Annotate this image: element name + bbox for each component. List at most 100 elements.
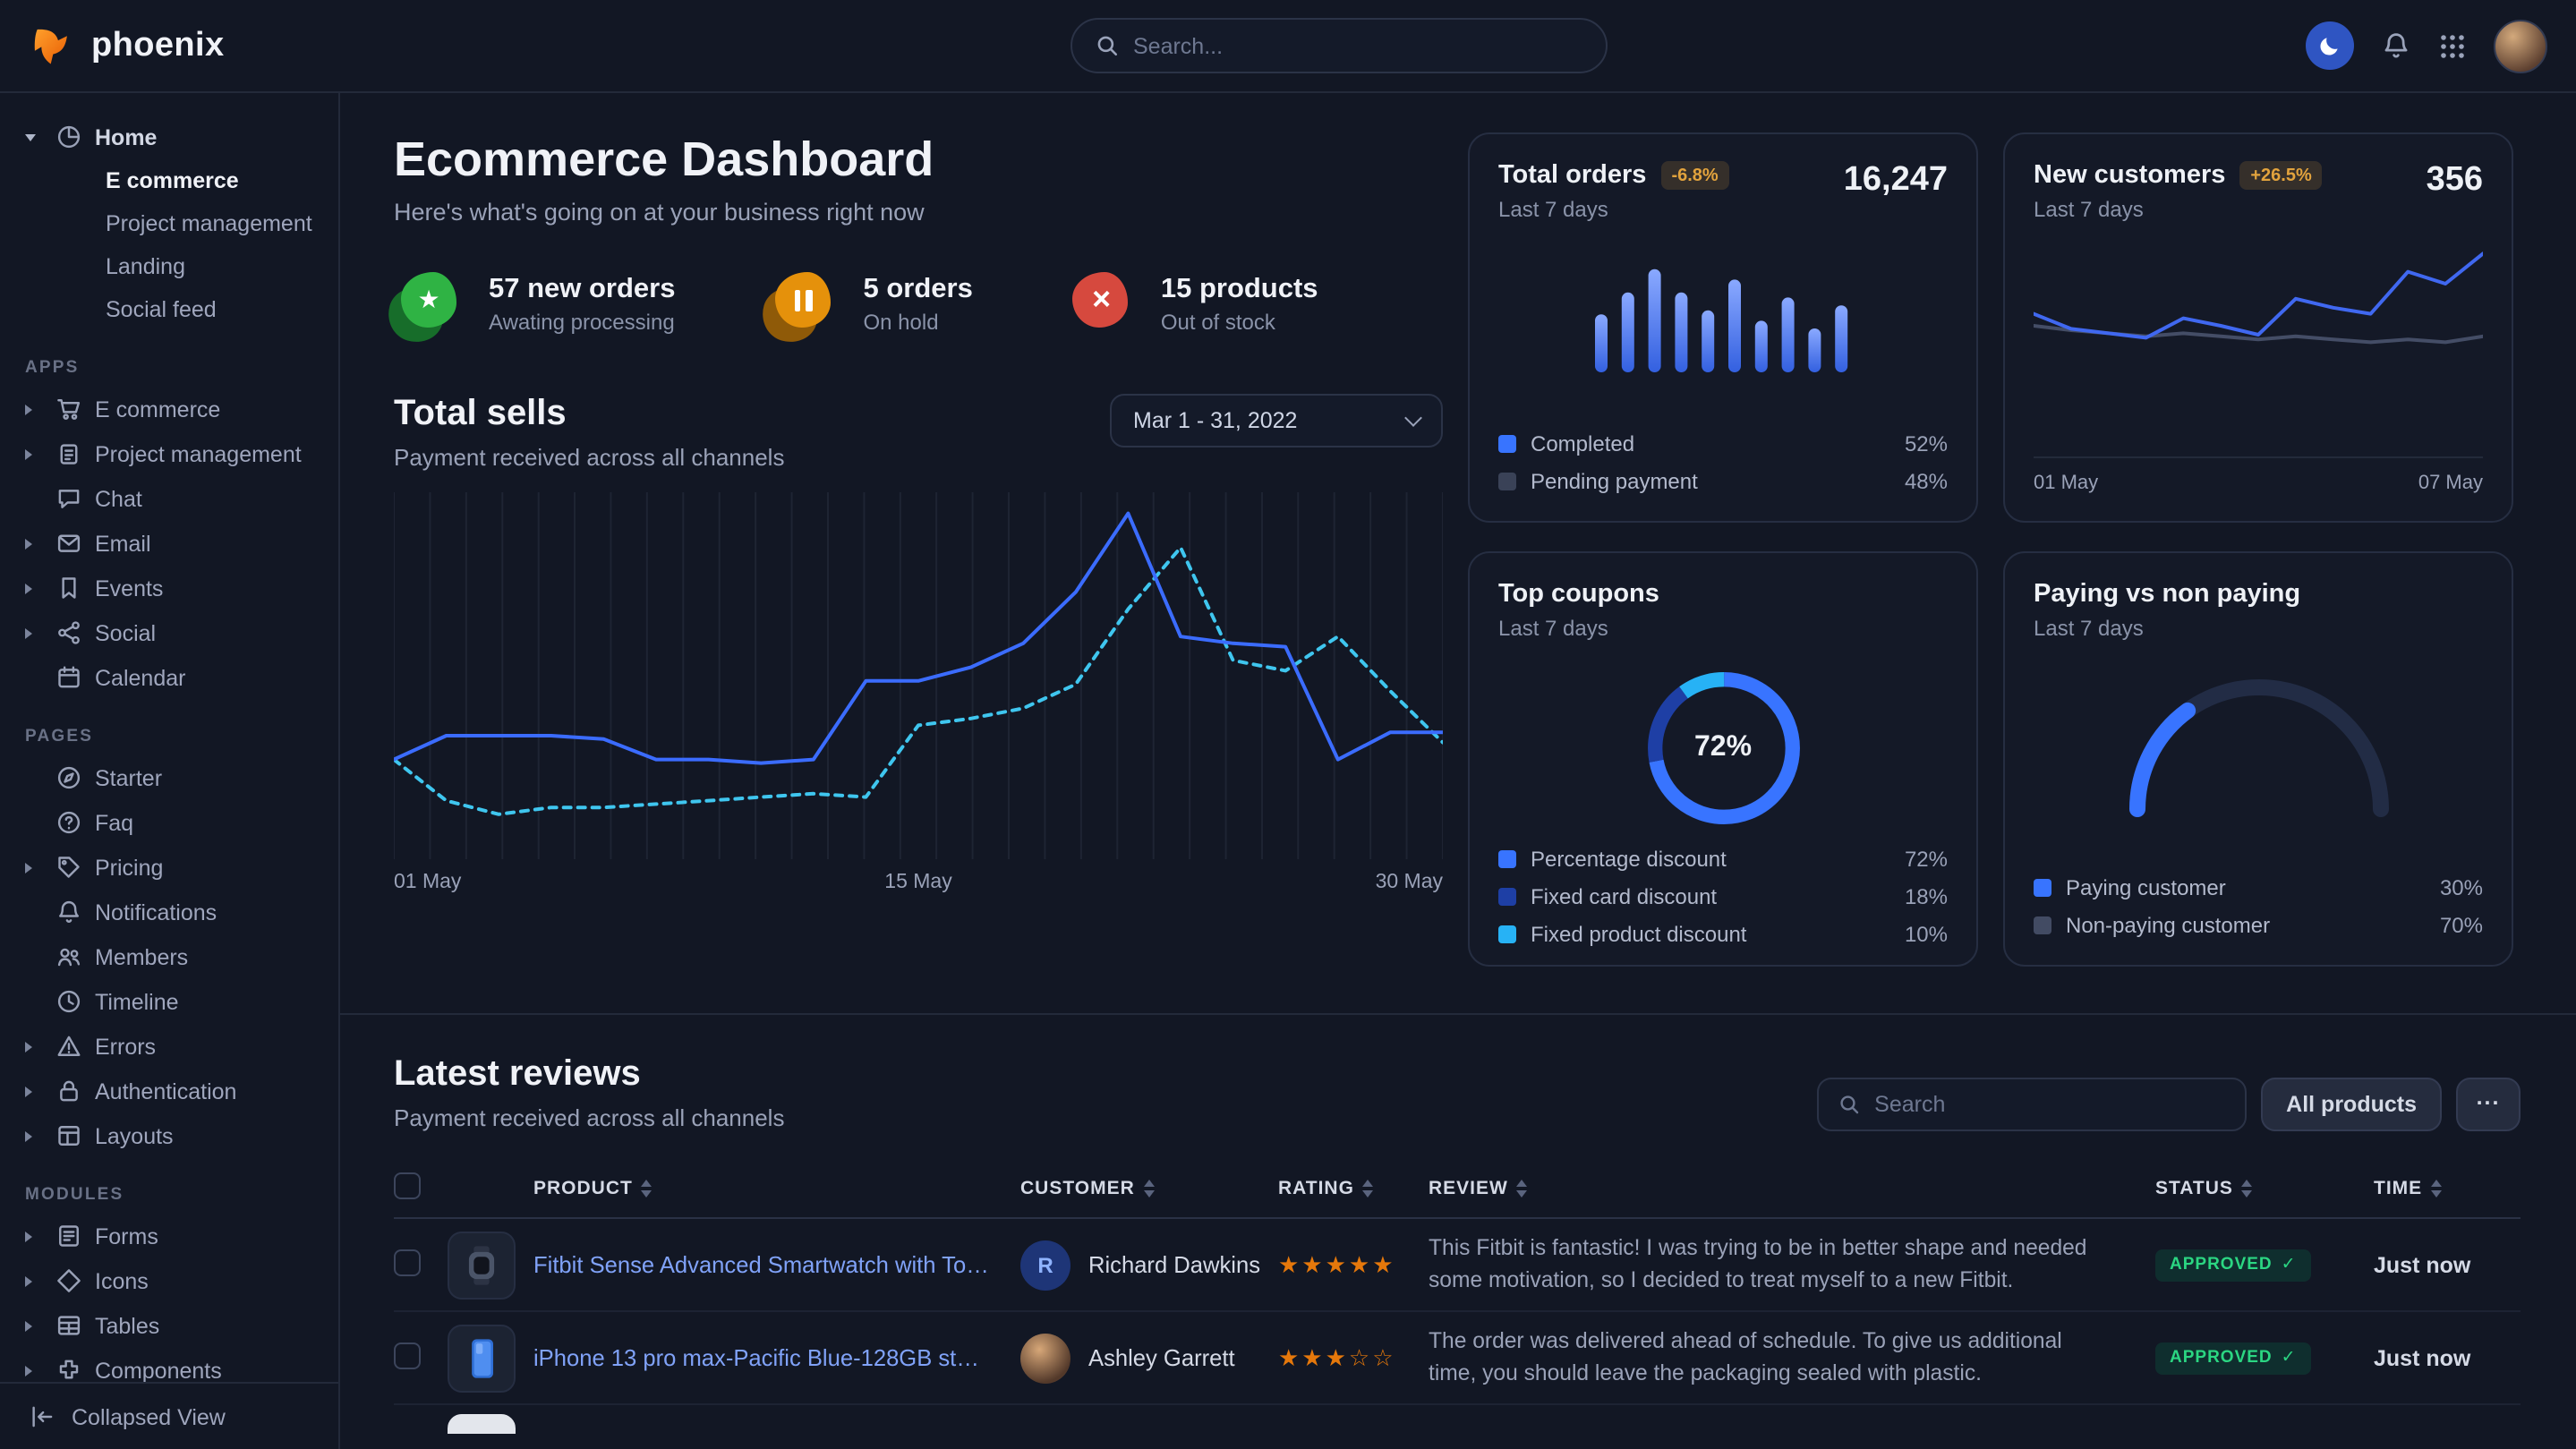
stat-value: 57 new orders: [489, 274, 676, 306]
stat-description: On hold: [864, 310, 973, 335]
sidebar-item-e-commerce[interactable]: E commerce: [0, 387, 338, 431]
sidebar-item-chat[interactable]: Chat: [0, 476, 338, 521]
card-period: Last 7 days: [1498, 197, 1729, 222]
product-link[interactable]: iPhone 13 pro max-Pacific Blue-128GB sto…: [533, 1344, 1020, 1371]
new-customers-chart: [2034, 240, 2483, 412]
sidebar-item-label: Email: [95, 531, 151, 556]
sidebar-item-starter[interactable]: Starter: [0, 755, 338, 800]
global-search-input[interactable]: [1133, 33, 1582, 58]
status-cell: APPROVED✓: [2155, 1249, 2374, 1282]
caret-right-icon: [25, 1320, 41, 1331]
sidebar-item-notifications[interactable]: Notifications: [0, 890, 338, 934]
main-content: Ecommerce Dashboard Here's what's going …: [340, 93, 2576, 1449]
stat-item-on-hold: 5 orders On hold: [769, 268, 973, 340]
product-link[interactable]: Fitbit Sense Advanced Smartwatch with To…: [533, 1251, 1020, 1278]
reviews-search-input[interactable]: [1874, 1092, 2225, 1117]
status-cell: APPROVED✓: [2155, 1342, 2374, 1375]
sidebar-item-label: Icons: [95, 1268, 149, 1293]
customer-avatar: [1020, 1333, 1070, 1383]
app-root: phoenix HomeE commerceProject management…: [0, 0, 2576, 1449]
column-header-rating[interactable]: RATING: [1278, 1177, 1429, 1198]
moon-icon: [2318, 34, 2341, 57]
legend-label: Completed: [1531, 431, 1634, 456]
reviews-subtitle: Payment received across all channels: [394, 1104, 784, 1131]
reviews-search[interactable]: [1817, 1078, 2247, 1131]
sidebar-item-label: Tables: [95, 1313, 159, 1338]
sidebar-item-events[interactable]: Events: [0, 566, 338, 610]
legend-label: Fixed product discount: [1531, 922, 1746, 947]
sidebar-item-calendar[interactable]: Calendar: [0, 655, 338, 700]
column-header-customer[interactable]: CUSTOMER: [1020, 1177, 1278, 1198]
select-all-checkbox[interactable]: [394, 1172, 421, 1198]
date-range-select[interactable]: Mar 1 - 31, 2022: [1110, 394, 1443, 447]
notifications-bell-icon[interactable]: [2381, 30, 2411, 61]
diamond-icon: [54, 1267, 82, 1294]
card-title: Total orders: [1498, 161, 1646, 190]
legend-swatch: [2034, 916, 2051, 934]
column-header-review[interactable]: REVIEW: [1429, 1177, 2155, 1198]
rating-stars: ★★★☆☆: [1278, 1343, 1429, 1372]
sort-icon: [1144, 1179, 1155, 1197]
sidebar-item-project-management[interactable]: Project management: [0, 431, 338, 476]
coupons-donut-chart: 72%: [1637, 662, 1809, 834]
brand-logo[interactable]: phoenix: [29, 22, 225, 69]
more-options-button[interactable]: ...: [2456, 1078, 2521, 1131]
stat-value: 5 orders: [864, 274, 973, 306]
sidebar-subitem-social-feed[interactable]: Social feed: [0, 288, 338, 331]
global-search[interactable]: [1070, 18, 1608, 73]
status-badge: APPROVED✓: [2155, 1249, 2311, 1282]
sidebar-item-forms[interactable]: Forms: [0, 1214, 338, 1258]
collapsed-view-toggle[interactable]: Collapsed View: [0, 1382, 338, 1449]
sidebar-item-tables[interactable]: Tables: [0, 1303, 338, 1348]
legend-swatch: [1498, 435, 1516, 453]
chevron-down-icon: [1404, 409, 1422, 427]
card-period: Last 7 days: [2034, 616, 2300, 641]
caret-right-icon: [25, 1086, 41, 1096]
apps-grid-icon[interactable]: [2438, 31, 2467, 60]
sidebar-item-pricing[interactable]: Pricing: [0, 845, 338, 890]
legend-label: Non-paying customer: [2066, 913, 2270, 938]
row-checkbox[interactable]: [394, 1342, 421, 1368]
legend-row: Fixed product discount10%: [1498, 922, 1948, 947]
sidebar-subitem-e-commerce[interactable]: E commerce: [0, 159, 338, 202]
sidebar-item-layouts[interactable]: Layouts: [0, 1113, 338, 1158]
all-products-button[interactable]: All products: [2261, 1078, 2442, 1131]
sidebar-item-errors[interactable]: Errors: [0, 1024, 338, 1069]
sidebar-item-faq[interactable]: Faq: [0, 800, 338, 845]
bell-icon: [54, 899, 82, 925]
table-row-partial: [394, 1405, 2521, 1434]
sidebar-item-authentication[interactable]: Authentication: [0, 1069, 338, 1113]
row-checkbox[interactable]: [394, 1249, 421, 1275]
user-avatar[interactable]: [2494, 19, 2547, 72]
sidebar-item-members[interactable]: Members: [0, 934, 338, 979]
sidebar-item-icons[interactable]: Icons: [0, 1258, 338, 1303]
column-header-product[interactable]: PRODUCT: [533, 1177, 1020, 1198]
sidebar-item-home[interactable]: Home: [0, 115, 338, 159]
header-checkbox-cell: [394, 1172, 448, 1204]
column-label: REVIEW: [1429, 1177, 1508, 1198]
card-period: Last 7 days: [2034, 197, 2323, 222]
reviews-table-body: Fitbit Sense Advanced Smartwatch with To…: [394, 1219, 2521, 1405]
stat-item-out-of-stock: ×15 productsOut of stock: [1066, 268, 1318, 340]
column-header-time[interactable]: TIME: [2374, 1177, 2521, 1198]
caret-right-icon: [25, 1365, 41, 1376]
sidebar-subitem-project-management[interactable]: Project management: [0, 202, 338, 245]
sidebar-item-label: Events: [95, 575, 163, 601]
sidebar: HomeE commerceProject managementLandingS…: [0, 93, 340, 1449]
stat-description: Awating processing: [489, 310, 676, 335]
legend-value: 18%: [1905, 884, 1948, 909]
sidebar-item-label: Home: [95, 124, 157, 149]
navbar-actions: [2306, 19, 2547, 72]
theme-toggle-button[interactable]: [2306, 21, 2354, 70]
x-axis-label: 01 May: [2034, 473, 2098, 494]
column-header-status[interactable]: STATUS: [2155, 1177, 2374, 1198]
sidebar-item-label: Components: [95, 1358, 222, 1383]
chart-pie-icon: [54, 124, 82, 150]
caret-right-icon: [25, 448, 41, 459]
sidebar-item-email[interactable]: Email: [0, 521, 338, 566]
sidebar-item-timeline[interactable]: Timeline: [0, 979, 338, 1024]
sidebar-subitem-landing[interactable]: Landing: [0, 245, 338, 288]
sidebar-item-social[interactable]: Social: [0, 610, 338, 655]
caret-right-icon: [25, 538, 41, 549]
sort-icon: [1517, 1179, 1528, 1197]
